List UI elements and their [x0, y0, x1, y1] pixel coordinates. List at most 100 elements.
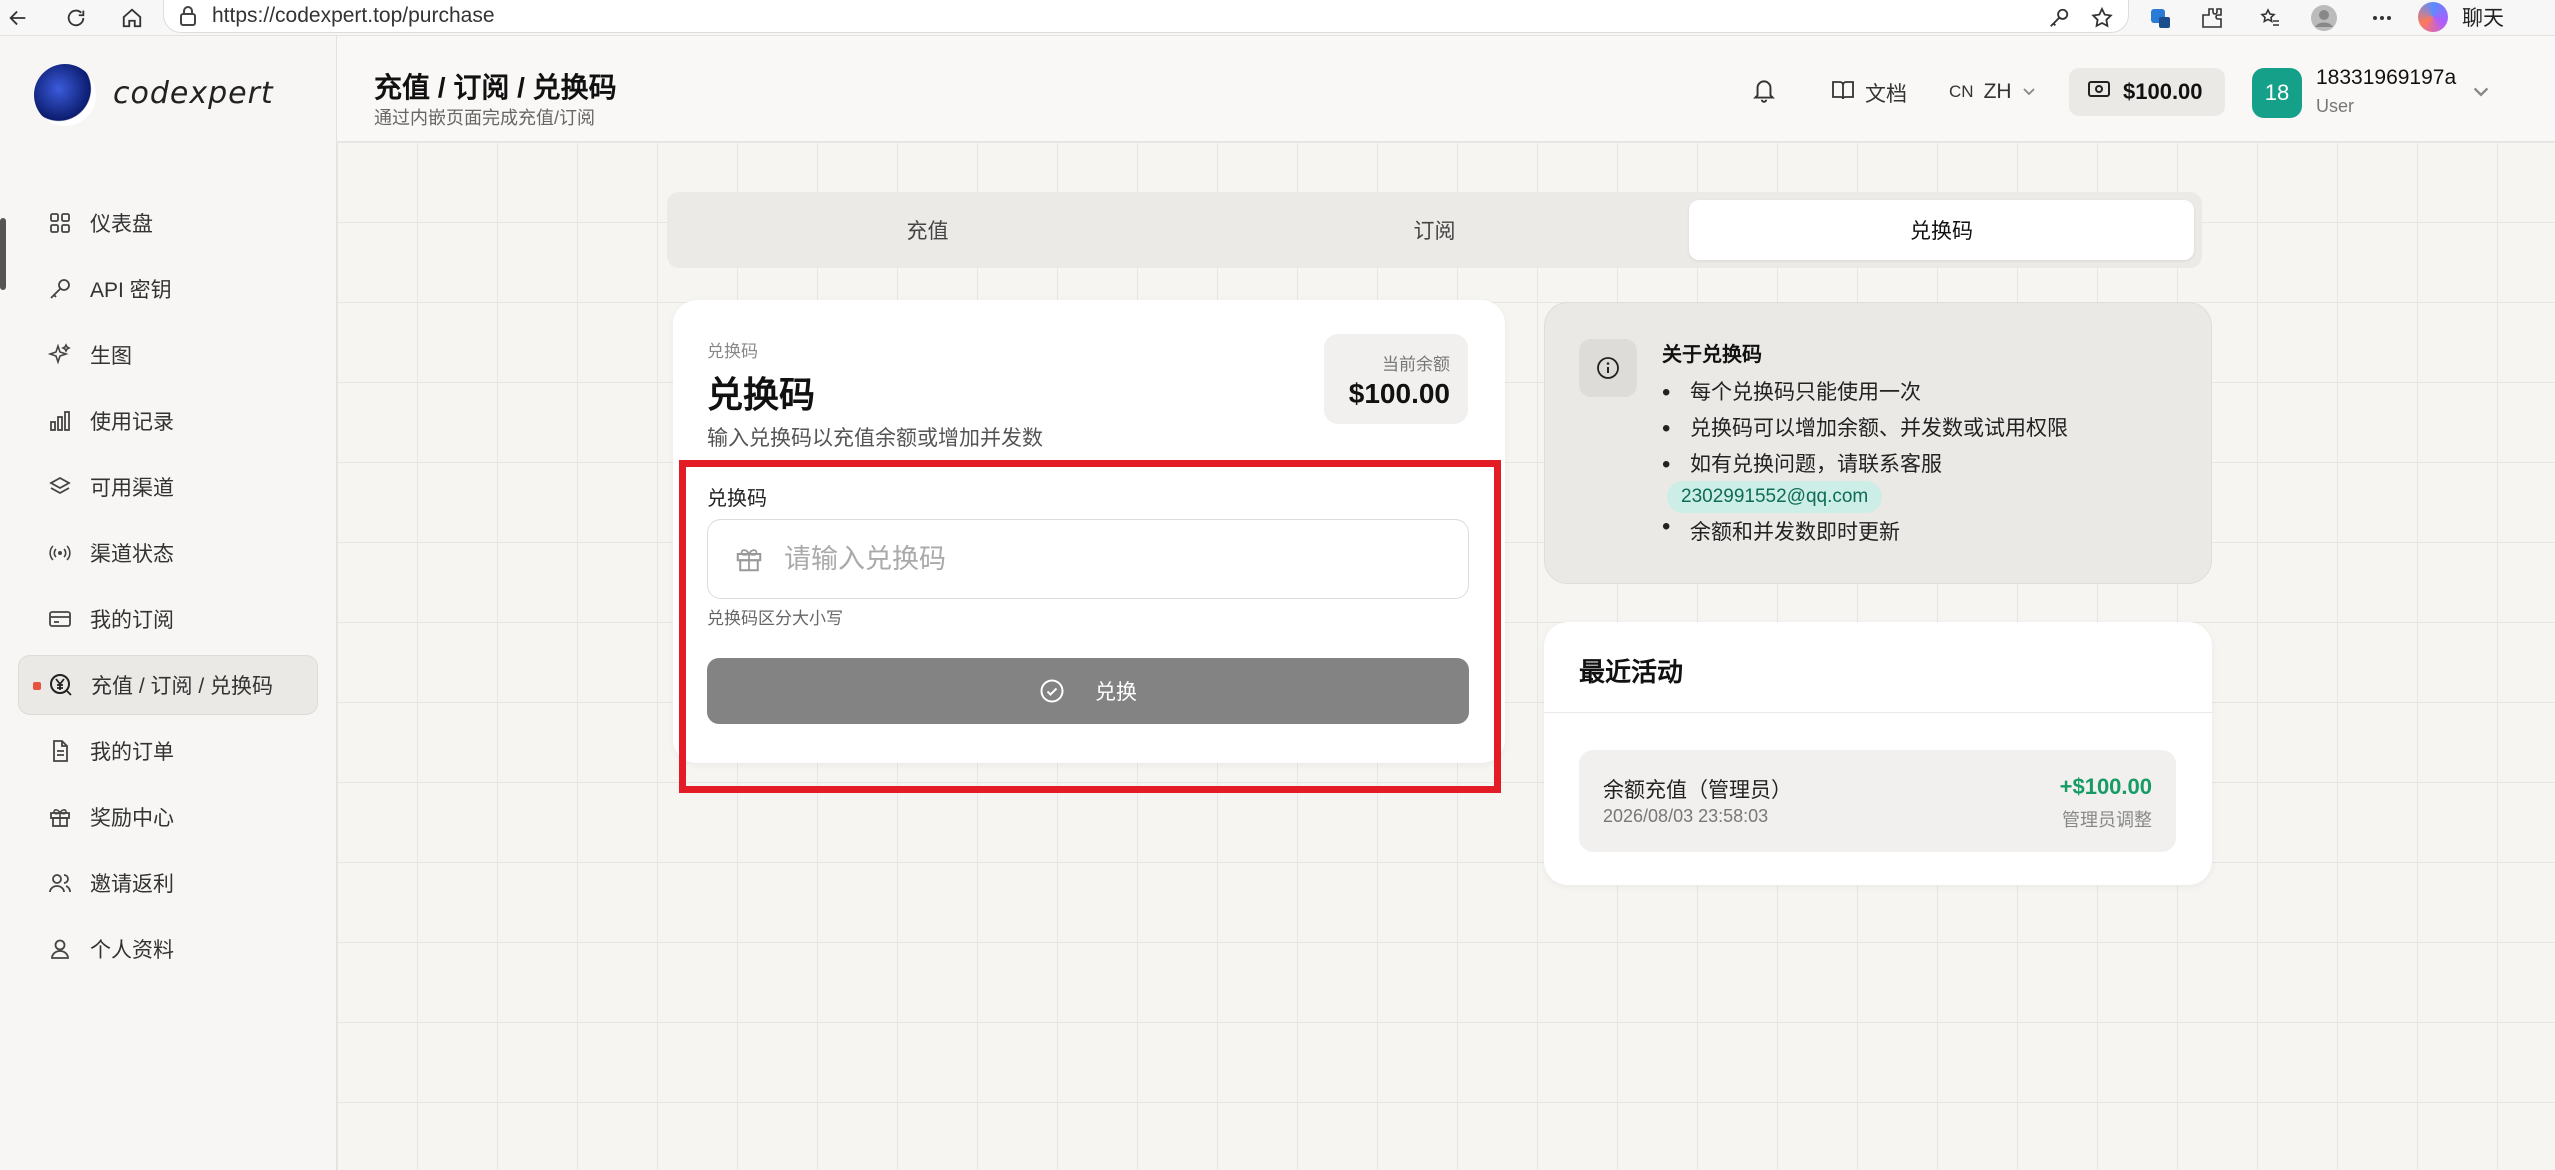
user-icon [46, 935, 74, 963]
sidebar-item-usage[interactable]: 使用记录 [18, 391, 318, 451]
sidebar: codexpert 仪表盘 API 密钥 生图 使用记录 可用渠道 渠道状态 我 [0, 36, 337, 1170]
info-list: 每个兑换码只能使用一次 兑换码可以增加余额、并发数或试用权限 如有兑换问题，请联… [1662, 378, 2068, 486]
sidebar-item-profile[interactable]: 个人资料 [18, 919, 318, 979]
wallet-icon [2087, 79, 2111, 105]
avatar[interactable]: 18 [2252, 68, 2302, 118]
activity-name: 余额充值（管理员） [1603, 779, 1792, 802]
yen-search-icon [47, 671, 75, 699]
document-icon [46, 737, 74, 765]
main-content: 充值 订阅 兑换码 兑换码 兑换码 输入兑换码以充值余额或增加并发数 当前余额 … [337, 142, 2555, 1170]
language-selector[interactable]: CN ZH [1949, 80, 2036, 104]
sidebar-item-rewards[interactable]: 奖励中心 [18, 787, 318, 847]
sparkle-icon [46, 341, 74, 369]
sidebar-item-label: 我的订阅 [90, 609, 174, 632]
info-icon [1579, 339, 1637, 397]
balance-pill[interactable]: $100.00 [2069, 68, 2225, 116]
brand-logo[interactable] [34, 64, 96, 126]
key-icon [46, 275, 74, 303]
brand-name[interactable]: codexpert [113, 76, 274, 111]
tab-subscribe[interactable]: 订阅 [1182, 200, 1687, 260]
info-item: 余额和并发数即时更新 [1662, 513, 1900, 546]
sidebar-item-dashboard[interactable]: 仪表盘 [18, 193, 318, 253]
browser-toolbar: https://codexpert.top/purchase 聊天 [0, 0, 2555, 36]
url-text: https://codexpert.top/purchase [212, 4, 495, 27]
dashboard-grid-icon [46, 209, 74, 237]
activity-amount: +$100.00 [2059, 774, 2152, 799]
info-title: 关于兑换码 [1662, 344, 1762, 366]
key-icon[interactable] [2045, 4, 2073, 32]
sidebar-item-label: 仪表盘 [90, 213, 153, 236]
star-icon[interactable] [2088, 4, 2116, 32]
profile-avatar-icon[interactable] [2310, 4, 2338, 32]
card-description: 输入兑换码以充值余额或增加并发数 [707, 427, 1043, 450]
users-icon [46, 869, 74, 897]
sidebar-item-referral[interactable]: 邀请返利 [18, 853, 318, 913]
back-arrow-icon[interactable] [4, 4, 32, 32]
sidebar-item-orders[interactable]: 我的订单 [18, 721, 318, 781]
chevron-down-icon[interactable] [2472, 82, 2490, 100]
sidebar-item-label: 使用记录 [90, 411, 174, 434]
chevron-down-icon [2022, 80, 2036, 104]
sidebar-item-label: 可用渠道 [90, 477, 174, 500]
sidebar-item-label: 个人资料 [90, 939, 174, 962]
lock-icon [178, 5, 198, 27]
sidebar-item-subscriptions[interactable]: 我的订阅 [18, 589, 318, 649]
layers-icon [46, 473, 74, 501]
card-title: 兑换码 [707, 374, 816, 415]
balance-value: $100.00 [2123, 79, 2203, 104]
favorites-icon[interactable] [2256, 4, 2284, 32]
address-bar[interactable]: https://codexpert.top/purchase [163, 0, 2129, 33]
sidebar-item-image-gen[interactable]: 生图 [18, 325, 318, 385]
activity-time: 2026/08/03 23:58:03 [1603, 806, 1769, 826]
activity-title: 最近活动 [1579, 657, 1684, 687]
tab-redeem-code[interactable]: 兑换码 [1689, 200, 2194, 260]
language-label: ZH [1983, 80, 2012, 103]
docs-link[interactable]: 文档 [1831, 78, 1907, 108]
sidebar-item-label: 渠道状态 [90, 543, 174, 566]
chat-label: 聊天 [2462, 7, 2504, 30]
page-title: 充值 / 订阅 / 兑换码 [374, 72, 617, 103]
info-item: 兑换码可以增加余额、并发数或试用权限 [1662, 414, 2068, 450]
extension-badge-icon[interactable] [2146, 4, 2174, 32]
page-subtitle: 通过内嵌页面完成充值/订阅 [374, 108, 595, 128]
activity-row: 余额充值（管理员） 2026/08/03 23:58:03 +$100.00 管… [1579, 750, 2176, 852]
sidebar-item-api-keys[interactable]: API 密钥 [18, 259, 318, 319]
credit-card-icon [46, 605, 74, 633]
sidebar-scroll-indicator[interactable] [0, 218, 6, 290]
home-icon[interactable] [118, 4, 146, 32]
copilot-icon [2418, 2, 2448, 32]
docs-label: 文档 [1865, 83, 1907, 106]
sidebar-item-label: 邀请返利 [90, 873, 174, 896]
sidebar-item-label: 奖励中心 [90, 807, 174, 830]
sidebar-item-channel-status[interactable]: 渠道状态 [18, 523, 318, 583]
flag-label: CN [1949, 82, 1974, 101]
user-role: User [2316, 96, 2355, 116]
balance-amount: $100.00 [1348, 378, 1450, 409]
tab-recharge[interactable]: 充值 [675, 200, 1180, 260]
sidebar-item-purchase[interactable]: 充值 / 订阅 / 兑换码 [18, 655, 318, 715]
copilot-chat-button[interactable]: 聊天 [2418, 2, 2548, 32]
refresh-icon[interactable] [62, 4, 90, 32]
more-dots-icon[interactable] [2368, 4, 2396, 32]
user-name[interactable]: 18331969197a [2316, 66, 2456, 90]
sidebar-item-label: 我的订单 [90, 741, 174, 764]
bar-chart-icon [46, 407, 74, 435]
gift-icon [46, 803, 74, 831]
sidebar-item-label: 生图 [90, 345, 132, 368]
activity-note: 管理员调整 [2062, 810, 2152, 830]
bell-icon[interactable] [1751, 76, 1779, 104]
activity-divider [1544, 712, 2212, 713]
puzzle-icon[interactable] [2198, 4, 2226, 32]
sidebar-nav: 仪表盘 API 密钥 生图 使用记录 可用渠道 渠道状态 我的订阅 充值 / 订… [18, 193, 318, 985]
info-item: 每个兑换码只能使用一次 [1662, 378, 2068, 414]
support-email[interactable]: 2302991552@qq.com [1667, 481, 1883, 513]
highlight-annotation-box [679, 460, 1501, 793]
purchase-tabs: 充值 订阅 兑换码 [667, 192, 2202, 268]
sidebar-item-label: API 密钥 [90, 279, 172, 302]
balance-label: 当前余额 [1382, 355, 1450, 374]
book-icon [1831, 79, 1855, 107]
sidebar-item-label: 充值 / 订阅 / 兑换码 [91, 675, 274, 698]
sidebar-item-channels[interactable]: 可用渠道 [18, 457, 318, 517]
card-eyebrow: 兑换码 [707, 342, 758, 361]
top-header: 充值 / 订阅 / 兑换码 通过内嵌页面完成充值/订阅 文档 CN ZH $10… [337, 36, 2555, 142]
